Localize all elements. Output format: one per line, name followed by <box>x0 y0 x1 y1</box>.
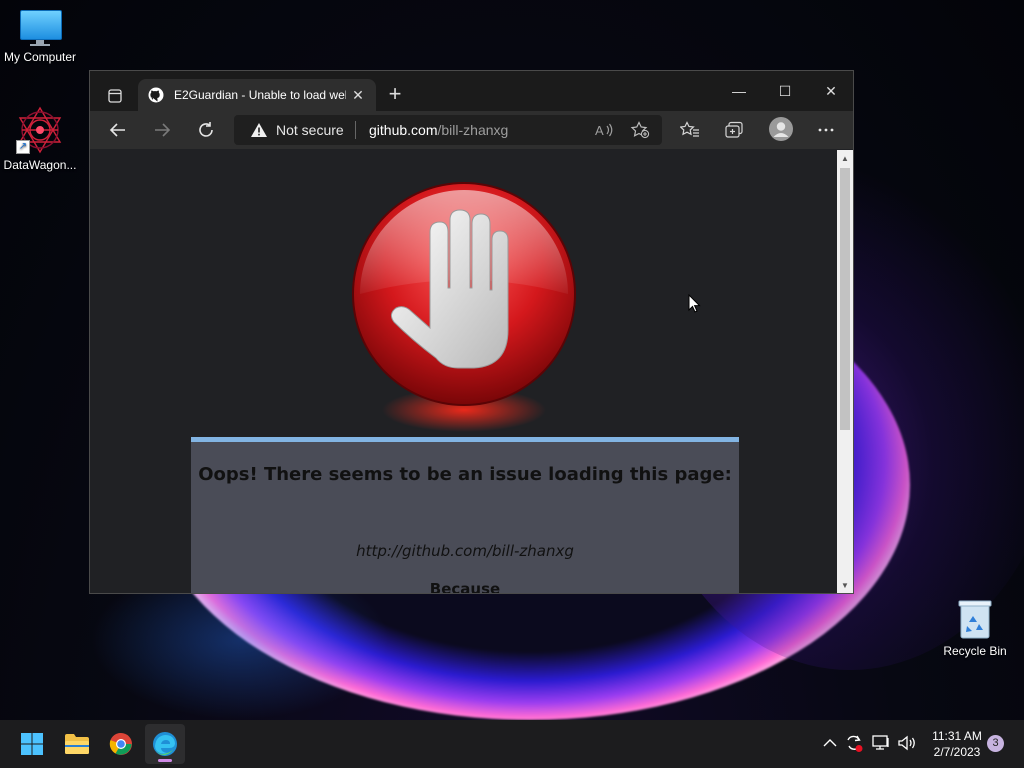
desktop-icon-recycle-bin[interactable]: Recycle Bin <box>935 598 1015 658</box>
desktop-icon-datawagon[interactable]: ↗ DataWagon... <box>0 106 80 172</box>
minimize-button[interactable]: — <box>716 77 762 105</box>
tab-actions-icon <box>108 89 122 103</box>
recycle-bin-icon <box>957 598 993 640</box>
add-favorite-button[interactable] <box>630 121 650 139</box>
sync-alert-icon <box>847 735 863 752</box>
blocked-url: http://github.com/bill-zhanxg <box>356 542 574 560</box>
stop-hand-icon <box>352 182 576 432</box>
folder-icon <box>65 734 89 754</box>
favorites-icon <box>680 121 699 137</box>
favorites-button[interactable] <box>678 118 702 142</box>
maximize-button[interactable]: ☐ <box>762 77 808 105</box>
warning-icon <box>251 123 267 137</box>
scroll-up-arrow-icon[interactable]: ▲ <box>837 152 853 166</box>
settings-more-button[interactable] <box>814 118 838 142</box>
chrome-icon <box>109 732 132 755</box>
desktop-icon-label: DataWagon... <box>3 158 77 172</box>
taskbar: 11:31 AM 2/7/2023 3 <box>0 720 1024 768</box>
browser-window: E2Guardian - Unable to load web ✕ + — ☐ … <box>89 70 854 594</box>
tab-close-icon[interactable]: ✕ <box>348 87 368 104</box>
sync-status-button[interactable] <box>843 732 865 754</box>
taskbar-file-explorer[interactable] <box>57 724 97 764</box>
error-heading: Oops! There seems to be an issue loading… <box>198 464 732 485</box>
mouse-cursor-icon <box>688 294 701 313</box>
network-icon <box>872 735 889 750</box>
show-hidden-icons-button[interactable] <box>819 732 841 754</box>
shortcut-arrow-icon: ↗ <box>16 140 30 154</box>
scrollbar-thumb[interactable] <box>840 168 850 430</box>
windows-logo-icon <box>21 733 43 755</box>
collections-button[interactable] <box>722 118 746 142</box>
security-label[interactable]: Not secure <box>276 122 344 138</box>
scroll-down-arrow-icon[interactable]: ▼ <box>837 579 853 593</box>
profile-button[interactable] <box>768 116 794 142</box>
error-message-box: Oops! There seems to be an issue loading… <box>191 437 739 594</box>
tab-bar: E2Guardian - Unable to load web ✕ + — ☐ … <box>90 71 853 111</box>
tab-title: E2Guardian - Unable to load web <box>174 88 346 102</box>
desktop-icon-label: My Computer <box>3 50 77 64</box>
network-button[interactable] <box>870 732 892 754</box>
browser-tab[interactable]: E2Guardian - Unable to load web ✕ <box>138 79 376 111</box>
taskbar-chrome[interactable] <box>101 724 141 764</box>
speaker-icon <box>898 735 915 751</box>
clock-date: 2/7/2023 <box>933 745 981 759</box>
computer-icon <box>18 10 62 46</box>
volume-button[interactable] <box>896 732 918 754</box>
address-path: /bill-zhanxg <box>437 122 509 138</box>
avatar-icon <box>769 117 793 141</box>
forward-button[interactable] <box>148 116 176 144</box>
start-button[interactable] <box>12 724 52 764</box>
more-dots-icon <box>818 128 834 132</box>
address-bar[interactable]: Not secure github.com/bill-zhanxg A <box>234 115 662 145</box>
desktop-icon-my-computer[interactable]: My Computer <box>0 10 80 64</box>
arrow-left-icon <box>109 123 125 137</box>
reason-label: Because <box>429 580 501 594</box>
refresh-icon <box>199 122 213 137</box>
arrow-right-icon <box>155 123 171 137</box>
github-icon <box>148 87 164 103</box>
page-viewport: Oops! There seems to be an issue loading… <box>90 150 837 594</box>
back-button[interactable] <box>104 116 132 144</box>
address-host: github.com <box>369 122 438 138</box>
svg-text:A: A <box>595 123 604 138</box>
active-app-indicator <box>158 759 172 762</box>
browser-toolbar: Not secure github.com/bill-zhanxg A <box>90 111 853 149</box>
read-aloud-button[interactable]: A <box>594 121 614 139</box>
address-separator <box>355 121 356 139</box>
chevron-up-icon <box>823 739 837 747</box>
datawagon-icon: ↗ <box>16 106 64 154</box>
collections-icon <box>725 121 743 138</box>
notification-badge[interactable]: 3 <box>987 735 1004 752</box>
refresh-button[interactable] <box>192 116 220 144</box>
clock-time: 11:31 AM <box>932 729 982 743</box>
address-url: github.com/bill-zhanxg <box>369 122 508 138</box>
taskbar-edge[interactable] <box>145 724 185 764</box>
close-window-button[interactable]: ✕ <box>808 77 853 105</box>
desktop-icon-label: Recycle Bin <box>943 644 1007 658</box>
page-scrollbar[interactable]: ▲ ▼ <box>837 150 853 593</box>
read-aloud-icon: A <box>595 123 613 138</box>
tab-actions-menu-button[interactable] <box>98 79 132 113</box>
edge-icon <box>153 732 177 756</box>
new-tab-button[interactable]: + <box>382 83 408 107</box>
taskbar-clock[interactable]: 11:31 AM 2/7/2023 <box>918 728 996 760</box>
star-add-icon <box>630 121 650 139</box>
